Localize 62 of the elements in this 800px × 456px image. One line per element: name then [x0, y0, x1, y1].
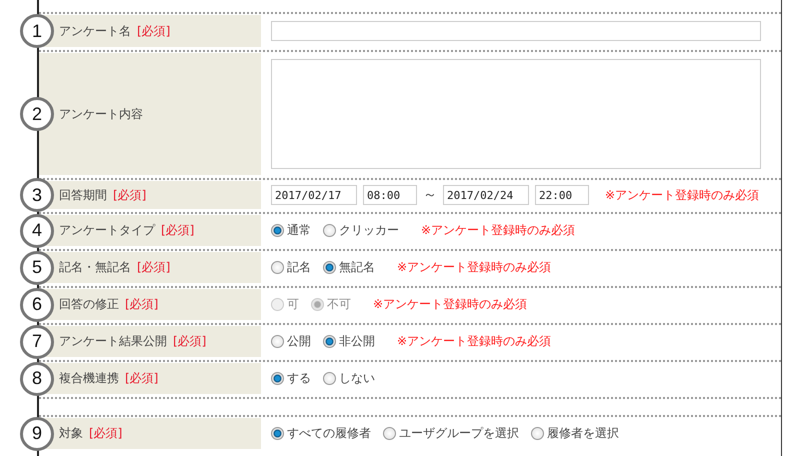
- field-label: 複合機連携: [59, 370, 119, 387]
- number-badge: 7: [20, 324, 54, 358]
- required-mark: [必須]: [137, 259, 170, 276]
- radio-label: 公開: [287, 333, 311, 350]
- number-badge: 1: [20, 14, 54, 48]
- number-badge: 8: [20, 362, 54, 396]
- radio-button[interactable]: [271, 224, 284, 237]
- field-label: 回答期間: [59, 186, 107, 204]
- note-text: ※アンケート登録時のみ必須: [373, 296, 528, 313]
- number-badge: 5: [20, 250, 54, 284]
- field-label: 対象: [59, 425, 83, 442]
- time-field[interactable]: 08:00: [363, 185, 417, 205]
- field-label: 回答の修正: [59, 296, 119, 313]
- field-label: 記名・無記名: [59, 259, 131, 276]
- radio-label: 不可: [327, 296, 351, 313]
- required-mark: [必須]: [161, 222, 194, 239]
- radio-label: 非公開: [339, 333, 375, 350]
- radio-label: 通常: [287, 222, 311, 239]
- required-mark: [必須]: [173, 333, 206, 350]
- radio-label: する: [287, 370, 311, 387]
- note-text: ※アンケート登録時のみ必須: [397, 259, 552, 276]
- radio-button[interactable]: [323, 224, 336, 237]
- number-badge: 3: [20, 178, 54, 212]
- note-text: ※アンケート登録時のみ必須: [421, 222, 576, 239]
- time-field[interactable]: 22:00: [535, 185, 589, 205]
- field-label: アンケート内容: [59, 106, 143, 122]
- radio-label: 履修者を選択: [547, 425, 619, 442]
- radio-label: 可: [287, 296, 299, 313]
- radio-button[interactable]: [383, 427, 396, 440]
- radio-label: 記名: [287, 259, 311, 276]
- required-mark: [必須]: [137, 22, 170, 40]
- number-badge: 4: [20, 214, 54, 248]
- range-separator: ～: [423, 186, 437, 204]
- field-label: アンケート名: [59, 22, 131, 40]
- required-mark: [必須]: [125, 296, 158, 313]
- radio-button[interactable]: [271, 261, 284, 274]
- note-text: ※アンケート登録時のみ必須: [605, 186, 760, 204]
- radio-button[interactable]: [323, 335, 336, 348]
- radio-label: すべての履修者: [287, 425, 371, 442]
- note-text: ※アンケート登録時のみ必須: [397, 333, 552, 350]
- radio-button[interactable]: [531, 427, 544, 440]
- number-badge: 9: [20, 416, 54, 450]
- required-mark: [必須]: [125, 370, 158, 387]
- date-field[interactable]: 2017/02/24: [443, 185, 529, 205]
- date-field[interactable]: 2017/02/17: [271, 185, 357, 205]
- field-label: アンケートタイプ: [59, 222, 155, 239]
- radio-button[interactable]: [323, 261, 336, 274]
- input-field[interactable]: [271, 21, 761, 41]
- required-mark: [必須]: [89, 425, 122, 442]
- textarea-field[interactable]: [271, 59, 761, 169]
- number-badge: 6: [20, 288, 54, 322]
- radio-button[interactable]: [271, 335, 284, 348]
- required-mark: [必須]: [113, 186, 146, 204]
- radio-label: クリッカー: [339, 222, 399, 239]
- radio-label: 無記名: [339, 259, 375, 276]
- field-label: アンケート結果公開: [59, 333, 167, 350]
- radio-label: しない: [339, 370, 375, 387]
- radio-button[interactable]: [271, 372, 284, 385]
- radio-button[interactable]: [323, 372, 336, 385]
- radio-button[interactable]: [271, 427, 284, 440]
- radio-label: ユーザグループを選択: [399, 425, 519, 442]
- number-badge: 2: [20, 97, 54, 131]
